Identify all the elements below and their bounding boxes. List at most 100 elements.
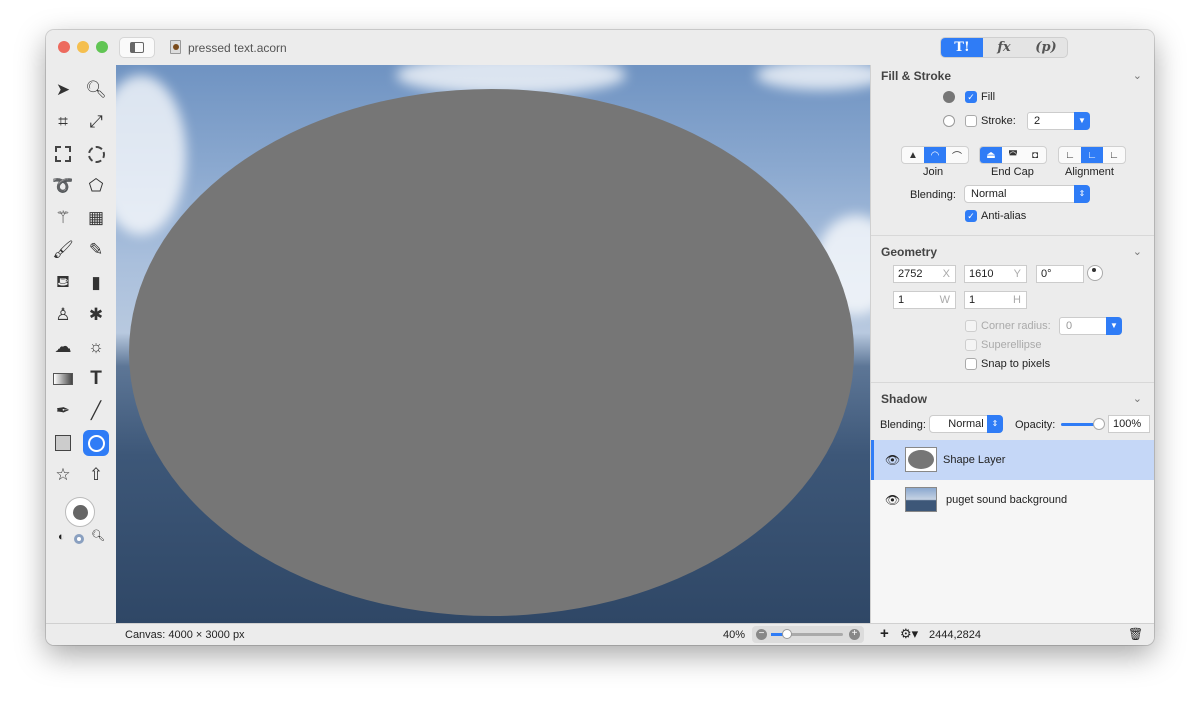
- ellipse-select-tool-icon[interactable]: [83, 141, 109, 167]
- angle-dial[interactable]: [1087, 265, 1103, 281]
- alignment-segmented: ∟ ∟ ∟: [1058, 146, 1126, 164]
- layer-row[interactable]: 👁︎ Shape Layer: [871, 440, 1154, 480]
- tab-tools[interactable]: T!: [941, 38, 983, 57]
- add-layer-icon[interactable]: +: [880, 625, 889, 642]
- gear-icon[interactable]: ⚙▾: [900, 626, 918, 642]
- layer-row[interactable]: 👁︎ puget sound background: [871, 480, 1154, 520]
- corner-radius-combo[interactable]: 0 ▼: [1059, 317, 1122, 335]
- brush-tool-icon[interactable]: 🖌︎: [50, 237, 76, 263]
- inspector-panel: Fill & Stroke ⌄ ✓ Fill Stroke: 2 ▼ ▲ ◠ ⌒ ⏏ ◚…: [870, 65, 1154, 623]
- chevron-down-icon[interactable]: ⌄: [1133, 245, 1142, 258]
- fill-checkbox[interactable]: ✓: [965, 91, 977, 103]
- x-field[interactable]: 2752 X: [893, 265, 956, 283]
- text-tool-icon[interactable]: T: [83, 366, 109, 392]
- ellipse-shape[interactable]: [129, 89, 854, 616]
- healing-tool-icon[interactable]: ✱: [83, 302, 109, 328]
- tab-effects[interactable]: fx: [983, 38, 1025, 57]
- align-outside-icon[interactable]: ∟: [1103, 147, 1125, 163]
- trash-icon[interactable]: 🗑︎: [1128, 627, 1143, 641]
- zoom-slider[interactable]: [771, 629, 843, 639]
- status-bar: Canvas: 4000 × 3000 px 40% − + + ⚙▾ 2444…: [46, 623, 1154, 645]
- zoom-button[interactable]: [96, 41, 108, 53]
- close-button[interactable]: [58, 41, 70, 53]
- select-tool-icon[interactable]: ➤: [50, 77, 76, 103]
- height-field[interactable]: 1H: [964, 291, 1027, 309]
- magic-brush-tool-icon[interactable]: ▦: [83, 205, 109, 231]
- star-tool-icon[interactable]: ☆: [50, 462, 76, 488]
- superellipse-checkbox[interactable]: [965, 339, 977, 351]
- geometry-title: Geometry: [881, 245, 938, 259]
- color-picker-icon[interactable]: 🔍︎: [91, 529, 105, 542]
- transform-tool-icon[interactable]: ⤢: [83, 109, 109, 135]
- stroke-checkbox[interactable]: [965, 115, 977, 127]
- minimize-button[interactable]: [77, 41, 89, 53]
- gradient-tool-icon[interactable]: [50, 366, 76, 392]
- color-well[interactable]: [65, 497, 95, 527]
- eye-icon[interactable]: 👁︎: [885, 453, 900, 467]
- layer-blending-select[interactable]: Normal ⇕: [929, 415, 1003, 433]
- align-inside-icon[interactable]: ∟: [1059, 147, 1081, 163]
- polygon-lasso-tool-icon[interactable]: ⬠: [83, 173, 109, 199]
- rectangle-tool-icon[interactable]: [50, 430, 76, 456]
- blending-label: Blending:: [910, 189, 956, 201]
- layers-list: 👁︎ Shape Layer 👁︎ puget sound background: [871, 440, 1154, 623]
- snap-to-pixels-label: Snap to pixels: [981, 358, 1051, 370]
- angle-field[interactable]: 0°: [1036, 265, 1084, 283]
- join-round-icon[interactable]: ◠: [924, 147, 946, 163]
- sidebar-toggle-button[interactable]: [119, 37, 155, 58]
- blending-select[interactable]: Normal ⇕: [964, 185, 1090, 203]
- align-center-icon[interactable]: ∟: [1081, 147, 1103, 163]
- zoom-out-icon[interactable]: −: [756, 629, 767, 640]
- layer-thumbnail: [905, 447, 937, 472]
- clone-stamp-tool-icon[interactable]: ♙: [50, 302, 76, 328]
- opacity-slider[interactable]: [1061, 418, 1105, 430]
- stroke-color-icon[interactable]: [74, 534, 84, 544]
- tab-properties[interactable]: (p): [1025, 38, 1067, 57]
- crop-tool-icon[interactable]: ⌗: [50, 109, 76, 135]
- y-field[interactable]: 1610 Y: [964, 265, 1027, 283]
- stroke-width-value: 2: [1034, 115, 1041, 127]
- cloud-tool-icon[interactable]: ☁︎: [50, 334, 76, 360]
- cap-round-icon[interactable]: ◚: [1002, 147, 1024, 163]
- arrow-tool-icon[interactable]: ⇧: [83, 462, 109, 488]
- opacity-field[interactable]: 100%: [1108, 415, 1150, 433]
- join-bevel-icon[interactable]: ⌒: [946, 147, 968, 163]
- zoom-tool-icon[interactable]: 🔍︎: [83, 77, 109, 103]
- pencil-tool-icon[interactable]: ✎: [83, 237, 109, 263]
- eraser-tool-icon[interactable]: ▮: [83, 270, 109, 296]
- opacity-label: Opacity:: [1015, 419, 1056, 431]
- chevron-down-icon[interactable]: ⌄: [1133, 392, 1142, 405]
- stroke-color-well[interactable]: [943, 115, 955, 127]
- pen-tool-icon[interactable]: ✒︎: [50, 398, 76, 424]
- width-field[interactable]: 1W: [893, 291, 956, 309]
- join-miter-icon[interactable]: ▲: [902, 147, 924, 163]
- zoom-in-icon[interactable]: +: [849, 629, 860, 640]
- oval-tool-icon[interactable]: [83, 430, 109, 456]
- rect-select-tool-icon[interactable]: [50, 141, 76, 167]
- swap-colors-icon[interactable]: ◐: [58, 531, 65, 543]
- fill-color-well[interactable]: [943, 91, 955, 103]
- canvas-size-label: Canvas: 4000 × 3000 px: [125, 629, 245, 641]
- magic-wand-tool-icon[interactable]: ⚚: [50, 205, 76, 231]
- antialias-checkbox[interactable]: ✓: [965, 210, 977, 222]
- snap-to-pixels-checkbox[interactable]: [965, 358, 977, 370]
- blending-value: Normal: [971, 188, 1007, 200]
- line-tool-icon[interactable]: ╱: [83, 398, 109, 424]
- cursor-coordinates: 2444,2824: [929, 629, 981, 641]
- fill-bucket-tool-icon[interactable]: ⛾: [50, 270, 76, 296]
- window-title: pressed text.acorn: [188, 41, 287, 55]
- zoom-level: 40%: [723, 629, 746, 641]
- lasso-tool-icon[interactable]: ➰: [50, 173, 76, 199]
- cap-butt-icon[interactable]: ⏏: [980, 147, 1002, 163]
- title-bar: pressed text.acorn T! fx (p): [46, 30, 1154, 65]
- stroke-label: Stroke:: [981, 115, 1016, 127]
- chevron-down-icon[interactable]: ⌄: [1133, 69, 1142, 82]
- sun-tool-icon[interactable]: ☼: [83, 334, 109, 360]
- layer-name: puget sound background: [946, 494, 1068, 506]
- eye-icon[interactable]: 👁︎: [885, 493, 900, 507]
- document-icon: [170, 40, 181, 54]
- corner-radius-checkbox[interactable]: [965, 320, 977, 332]
- cap-square-icon[interactable]: ◘: [1024, 147, 1046, 163]
- stroke-width-combo[interactable]: 2 ▼: [1027, 112, 1090, 130]
- image-canvas[interactable]: [116, 65, 870, 623]
